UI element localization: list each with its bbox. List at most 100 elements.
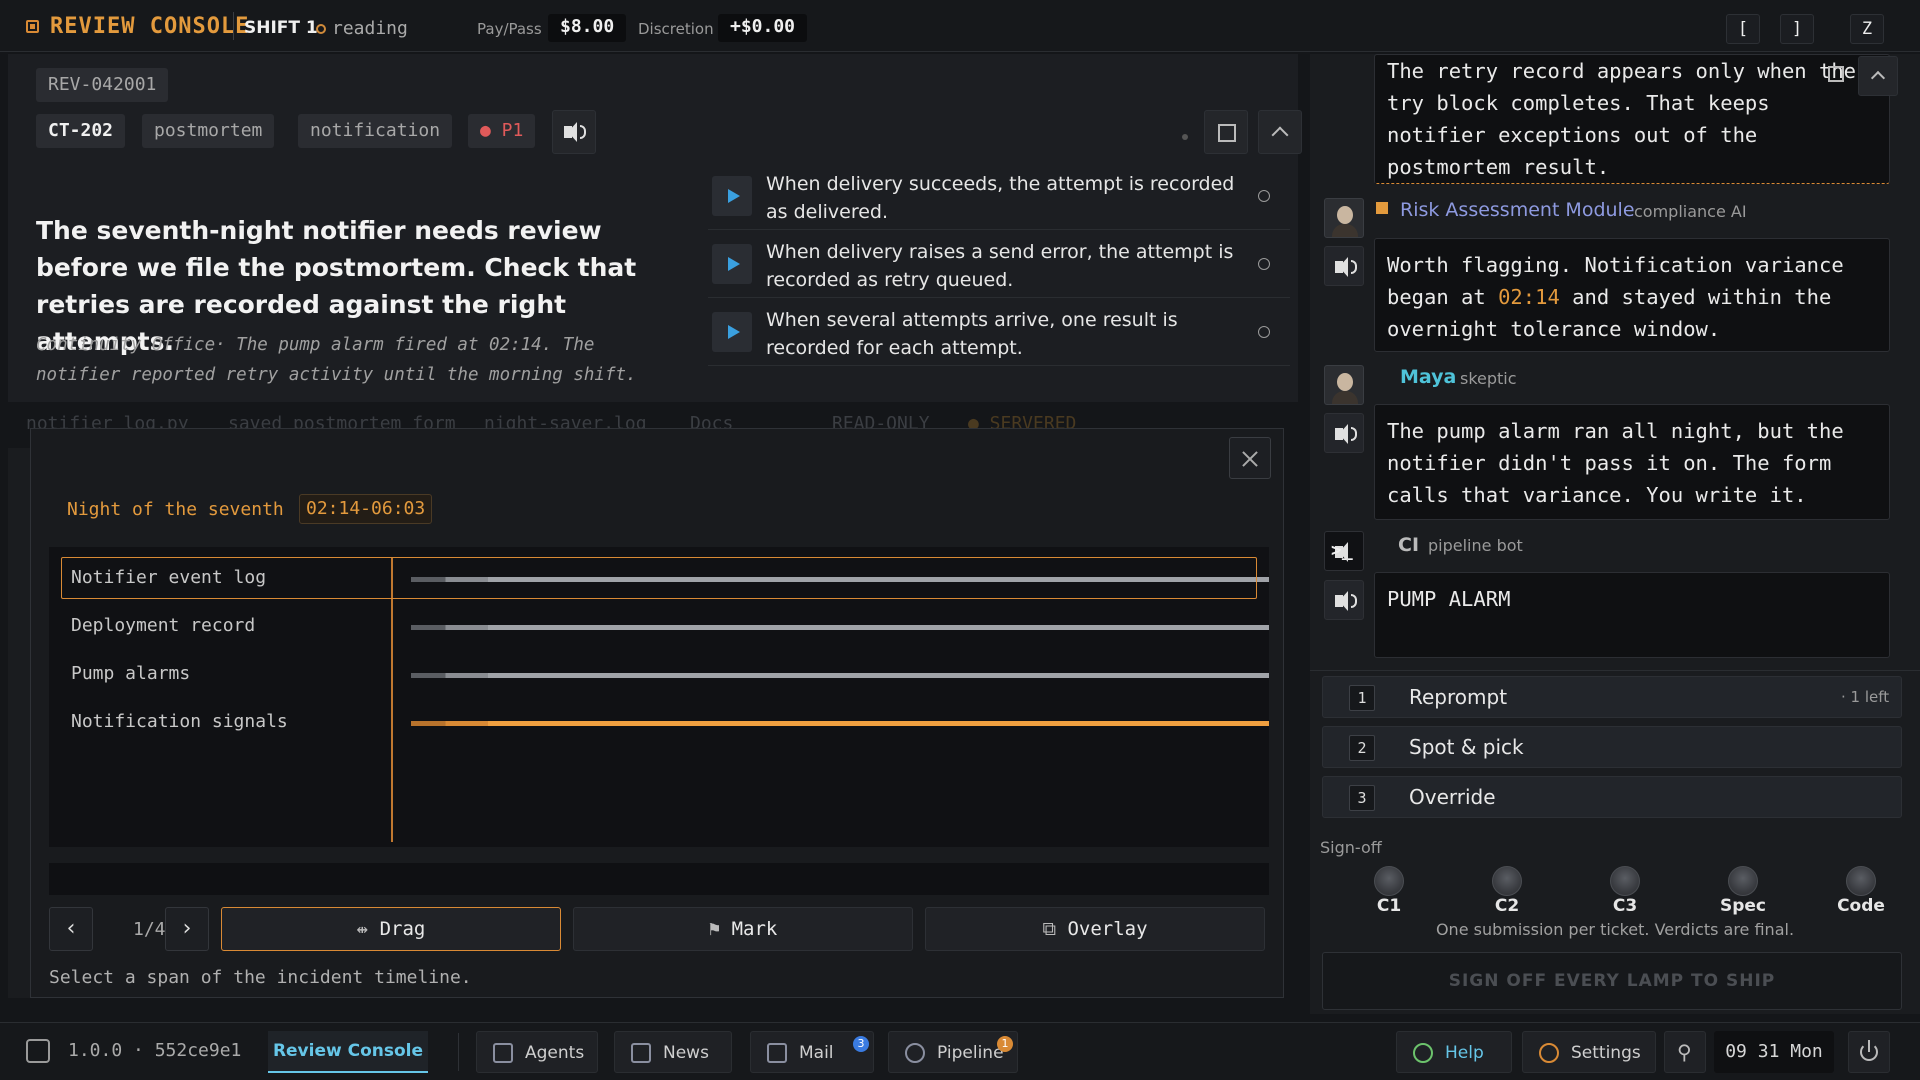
play-icon[interactable]	[712, 176, 752, 216]
shift-label: SHIFT 1	[244, 18, 318, 38]
grid-toggle-button[interactable]	[1818, 56, 1854, 92]
overlay-tool-button[interactable]: ⧉ Overlay	[925, 907, 1265, 951]
indicator-dot	[1182, 134, 1188, 140]
time-highlight: 02:14	[1498, 285, 1560, 309]
timeline-track	[411, 625, 1269, 630]
lamp-label: C3	[1612, 896, 1638, 916]
chat-bubble: PUMP ALARM	[1374, 572, 1890, 658]
signoff-title: Sign-off	[1320, 838, 1382, 857]
console-home-icon[interactable]	[26, 1039, 50, 1063]
speaker-icon[interactable]	[1324, 246, 1364, 286]
lamp-spec[interactable]	[1728, 866, 1758, 896]
drag-tool-button[interactable]: ⇹ Drag	[221, 907, 561, 951]
mail-icon	[767, 1043, 787, 1063]
lamp-code[interactable]	[1846, 866, 1876, 896]
close-button[interactable]	[1229, 437, 1271, 479]
taskbar-mail[interactable]: Mail 3	[750, 1031, 874, 1073]
prev-page-button[interactable]: ‹	[49, 907, 93, 951]
play-icon[interactable]	[712, 244, 752, 284]
collapse-button[interactable]	[1858, 56, 1898, 96]
override-action[interactable]: 3 Override	[1322, 776, 1902, 818]
criterion-row[interactable]: When several attempts arrive, one result…	[708, 298, 1290, 366]
timeline-row[interactable]: Deployment record	[49, 605, 1269, 651]
taskbar-label: Help	[1445, 1043, 1484, 1063]
taskbar-settings[interactable]: Settings	[1522, 1031, 1656, 1073]
taskbar-news[interactable]: News	[614, 1031, 732, 1073]
help-icon	[1413, 1043, 1433, 1063]
criterion-text: When several attempts arrive, one result…	[766, 309, 1178, 359]
module-badge-icon	[1376, 202, 1388, 214]
ship-button[interactable]: SIGN OFF EVERY LAMP TO SHIP	[1322, 952, 1902, 1010]
lamp-c3[interactable]	[1610, 866, 1640, 896]
next-page-button[interactable]: ›	[165, 907, 209, 951]
timeline-row[interactable]: Notification signals	[49, 701, 1269, 747]
pipeline-icon	[905, 1043, 925, 1063]
timeline-track	[411, 721, 1269, 726]
lamp-c1[interactable]	[1374, 866, 1404, 896]
criterion-row[interactable]: When delivery succeeds, the attempt is r…	[708, 162, 1290, 230]
speaker-icon[interactable]	[1324, 580, 1364, 620]
grid-toggle-button[interactable]	[1204, 110, 1248, 154]
play-icon[interactable]	[712, 312, 752, 352]
key-z[interactable]: Z	[1850, 14, 1884, 44]
divider	[458, 1033, 459, 1071]
pin-icon: ⚲	[1677, 1040, 1692, 1064]
read-aloud-button[interactable]	[552, 110, 596, 154]
chevron-left-icon: ‹	[66, 916, 76, 941]
sender-name: Risk Assessment Module	[1400, 199, 1635, 221]
taskbar-review-console[interactable]: Review Console	[268, 1031, 428, 1073]
criterion-status-icon	[1258, 258, 1270, 270]
hotkey-2: 2	[1349, 735, 1375, 761]
pipeline-badge: 1	[997, 1036, 1013, 1052]
timeline-row[interactable]: Pump alarms	[49, 653, 1269, 699]
timeline-selection[interactable]	[61, 557, 1257, 599]
spot-pick-action[interactable]: 2 Spot & pick	[1322, 726, 1902, 768]
taskbar: 1.0.0 · 552ce9e1 Review Console Agents N…	[0, 1022, 1920, 1080]
lamp-c2[interactable]	[1492, 866, 1522, 896]
power-button[interactable]	[1848, 1031, 1890, 1073]
drag-label: Drag	[379, 918, 426, 940]
divider	[1310, 670, 1920, 671]
reprompt-action[interactable]: 1 Reprompt · 1 left	[1322, 676, 1902, 718]
chevron-up-icon	[1271, 126, 1289, 144]
pin-button[interactable]: ⚲	[1664, 1031, 1706, 1073]
timeline-track	[411, 673, 1269, 678]
timeline-row-label: Pump alarms	[71, 663, 191, 684]
chevron-right-icon: ›	[182, 916, 192, 941]
divider	[233, 12, 234, 40]
grid-icon	[1218, 124, 1236, 142]
sender-role: pipeline bot	[1428, 536, 1523, 555]
tag-ct: CT-202	[36, 114, 126, 148]
mark-tool-button[interactable]: ⚑ Mark	[573, 907, 913, 951]
taskbar-agents[interactable]: Agents	[476, 1031, 598, 1073]
grid-icon	[1828, 66, 1844, 82]
timeline-scrubber[interactable]	[49, 863, 1269, 895]
taskbar-label: Pipeline	[937, 1043, 1004, 1063]
speaker-icon[interactable]	[1324, 413, 1364, 453]
incident-timeline[interactable]: Notifier event log Deployment record Pum…	[49, 547, 1269, 847]
key-prev[interactable]: [	[1726, 14, 1760, 44]
criterion-row[interactable]: When delivery raises a send error, the a…	[708, 230, 1290, 298]
news-icon	[631, 1043, 651, 1063]
taskbar-pipeline[interactable]: Pipeline 1	[888, 1031, 1018, 1073]
taskbar-help[interactable]: Help	[1396, 1031, 1512, 1073]
action-label: Override	[1409, 785, 1496, 809]
chat-bubble: Worth flagging. Notification variance be…	[1374, 238, 1890, 352]
sender-role: skeptic	[1460, 369, 1517, 388]
reprompt-remaining: · 1 left	[1841, 688, 1890, 706]
agents-icon	[493, 1043, 513, 1063]
key-next[interactable]: ]	[1780, 14, 1814, 44]
discretion-label: Discretion	[638, 20, 714, 38]
avatar	[1324, 365, 1364, 405]
drag-icon: ⇹	[356, 918, 380, 940]
mark-label: Mark	[731, 918, 778, 940]
sender-name: Maya	[1400, 366, 1457, 388]
time-range: 02:14-06:03	[299, 494, 433, 524]
timeline-modal: Night of the seventh 02:14-06:03 Notifie…	[30, 428, 1284, 998]
action-label: Spot & pick	[1409, 735, 1524, 759]
criterion-status-icon	[1258, 326, 1270, 338]
taskbar-label: Agents	[525, 1043, 585, 1063]
taskbar-label: Settings	[1571, 1043, 1641, 1063]
priority-badge: ● P1	[468, 114, 536, 148]
collapse-button[interactable]	[1258, 110, 1302, 154]
